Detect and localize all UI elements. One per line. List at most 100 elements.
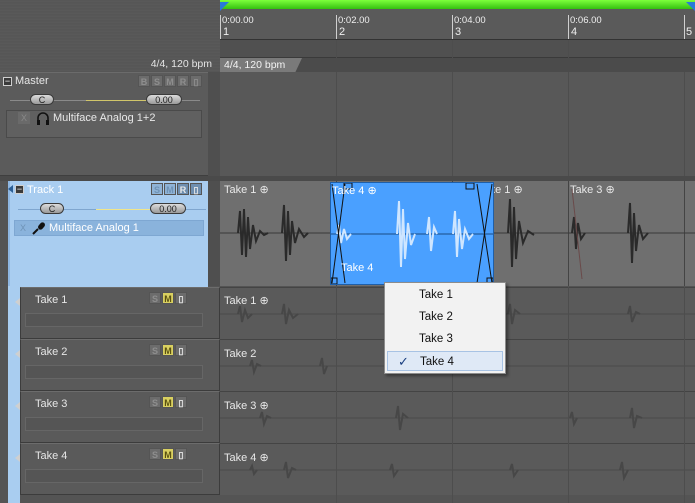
take-header[interactable]: Take 3 S M ▯ <box>15 391 220 443</box>
remove-output-button[interactable]: X <box>18 112 30 124</box>
take-info-field[interactable] <box>25 417 203 431</box>
input-device-label: Multiface Analog 1 <box>49 222 139 234</box>
loop-end-handle-icon[interactable] <box>686 2 695 11</box>
grid-line <box>568 72 569 176</box>
ruler-bar: 5 <box>686 26 693 38</box>
expand-arrow-icon[interactable] <box>15 350 20 358</box>
grid-line <box>452 40 453 58</box>
header-panel: 4/4, 120 bpm <box>0 0 220 72</box>
expand-arrow-icon[interactable] <box>8 185 13 193</box>
clip-label[interactable]: Take 1 ⊕ <box>224 183 269 196</box>
clip-label[interactable]: Take 4 ⊕ <box>332 184 377 197</box>
menu-item-take-3[interactable]: Take 3 <box>387 329 503 349</box>
take-lane-label: Take 2 <box>224 348 257 360</box>
master-track-name: Master <box>15 75 49 87</box>
grid-line <box>336 40 337 58</box>
bypass-button[interactable]: B <box>138 75 150 87</box>
master-lane[interactable] <box>220 72 695 176</box>
take-header[interactable]: Take 1 S M ▯ <box>15 287 220 339</box>
take-header[interactable]: Take 4 S M ▯ <box>15 443 220 495</box>
ruler-time: 0:04.00 <box>454 15 486 26</box>
take-name: Take 2 <box>35 346 68 358</box>
lock-button[interactable]: ▯ <box>175 448 187 460</box>
solo-button[interactable]: S <box>151 75 163 87</box>
clip-label[interactable]: Take 3 ⊕ <box>570 183 615 196</box>
menu-item-take-2[interactable]: Take 2 <box>387 307 503 327</box>
take-button-row: S M ▯ <box>149 396 187 408</box>
take-name: Take 1 <box>35 294 68 306</box>
take-info-field[interactable] <box>25 469 203 483</box>
grid-line <box>568 40 569 58</box>
mute-button[interactable]: M <box>162 396 174 408</box>
checkmark-icon: ✓ <box>398 354 409 369</box>
lock-button[interactable]: ▯ <box>175 344 187 356</box>
master-track-header[interactable]: − Master B S M R ▯ C 0.00 X Multiface An… <box>0 72 208 176</box>
track1-header-extension <box>8 286 20 503</box>
mute-button[interactable]: M <box>164 183 176 195</box>
collapse-icon[interactable]: − <box>15 185 24 194</box>
loop-start-handle-icon[interactable] <box>220 2 229 11</box>
pan-knob[interactable]: C <box>30 94 54 105</box>
input-routing[interactable]: X Multiface Analog 1 <box>14 220 204 236</box>
expand-arrow-icon[interactable] <box>15 454 20 462</box>
track1-header[interactable]: − Track 1 S M R ▯ C 0.00 X Multiface Ana… <box>8 181 208 289</box>
take-button-row: S M ▯ <box>149 344 187 356</box>
solo-button[interactable]: S <box>149 448 161 460</box>
expand-arrow-icon[interactable] <box>15 298 20 306</box>
take-lane-label: Take 3 ⊕ <box>224 400 269 412</box>
mute-button[interactable]: M <box>162 344 174 356</box>
ruler-bar: 1 <box>223 26 230 38</box>
microphone-icon <box>32 222 45 235</box>
solo-button[interactable]: S <box>151 183 163 195</box>
record-button[interactable]: R <box>177 75 189 87</box>
output-routing[interactable]: X Multiface Analog 1+2 <box>6 110 202 138</box>
collapse-icon[interactable]: − <box>3 77 12 86</box>
take-lane[interactable]: Take 4 ⊕ <box>220 443 695 495</box>
volume-knob[interactable]: 0.00 <box>150 203 186 214</box>
expand-arrow-icon[interactable] <box>15 402 20 410</box>
menu-item-take-1[interactable]: Take 1 <box>387 285 503 305</box>
solo-button[interactable]: S <box>149 292 161 304</box>
take-select-menu: Take 1 Take 2 Take 3 ✓ Take 4 <box>384 282 506 374</box>
take-button-row: S M ▯ <box>149 292 187 304</box>
ruler-tick <box>336 15 337 39</box>
ruler-bar: 3 <box>455 26 462 38</box>
volume-fader-track[interactable] <box>96 209 150 210</box>
take-info-field[interactable] <box>25 313 203 327</box>
ruler-tick <box>452 15 453 39</box>
remove-input-button[interactable]: X <box>17 222 29 234</box>
grid-line <box>684 287 685 503</box>
record-button[interactable]: R <box>177 183 189 195</box>
take-header[interactable]: Take 2 S M ▯ <box>15 339 220 391</box>
take-waveform <box>220 405 695 431</box>
solo-button[interactable]: S <box>149 396 161 408</box>
mute-button[interactable]: M <box>162 448 174 460</box>
solo-button[interactable]: S <box>149 344 161 356</box>
timeline-ruler[interactable]: 0:00.00 1 0:02.00 2 0:04.00 3 0:06.00 4 … <box>220 0 695 40</box>
signature-marker[interactable]: 4/4, 120 bpm <box>220 58 302 72</box>
selected-clip-take4[interactable]: Take 4 ⊕ Take 4 <box>330 182 494 285</box>
take-name: Take 4 <box>35 450 68 462</box>
lock-button[interactable]: ▯ <box>190 183 202 195</box>
ruler-bar: 2 <box>339 26 346 38</box>
ruler-bar: 4 <box>571 26 578 38</box>
menu-item-take-4[interactable]: ✓ Take 4 <box>387 351 503 371</box>
grid-line <box>336 72 337 176</box>
lock-button[interactable]: ▯ <box>175 292 187 304</box>
lock-button[interactable]: ▯ <box>190 75 202 87</box>
volume-knob[interactable]: 0.00 <box>146 94 182 105</box>
pan-knob[interactable]: C <box>40 203 64 214</box>
mute-button[interactable]: M <box>164 75 176 87</box>
headphones-icon <box>37 112 49 125</box>
grid-line <box>452 72 453 176</box>
ruler-time: 0:00.00 <box>222 15 254 26</box>
take-lane[interactable]: Take 3 ⊕ <box>220 391 695 443</box>
lock-button[interactable]: ▯ <box>175 396 187 408</box>
ruler-time: 0:02.00 <box>338 15 370 26</box>
volume-fader-track[interactable] <box>86 100 148 101</box>
mute-button[interactable]: M <box>162 292 174 304</box>
grid-line <box>684 72 685 176</box>
loop-range-bar[interactable] <box>220 0 695 9</box>
take-info-field[interactable] <box>25 365 203 379</box>
take-name: Take 3 <box>35 398 68 410</box>
